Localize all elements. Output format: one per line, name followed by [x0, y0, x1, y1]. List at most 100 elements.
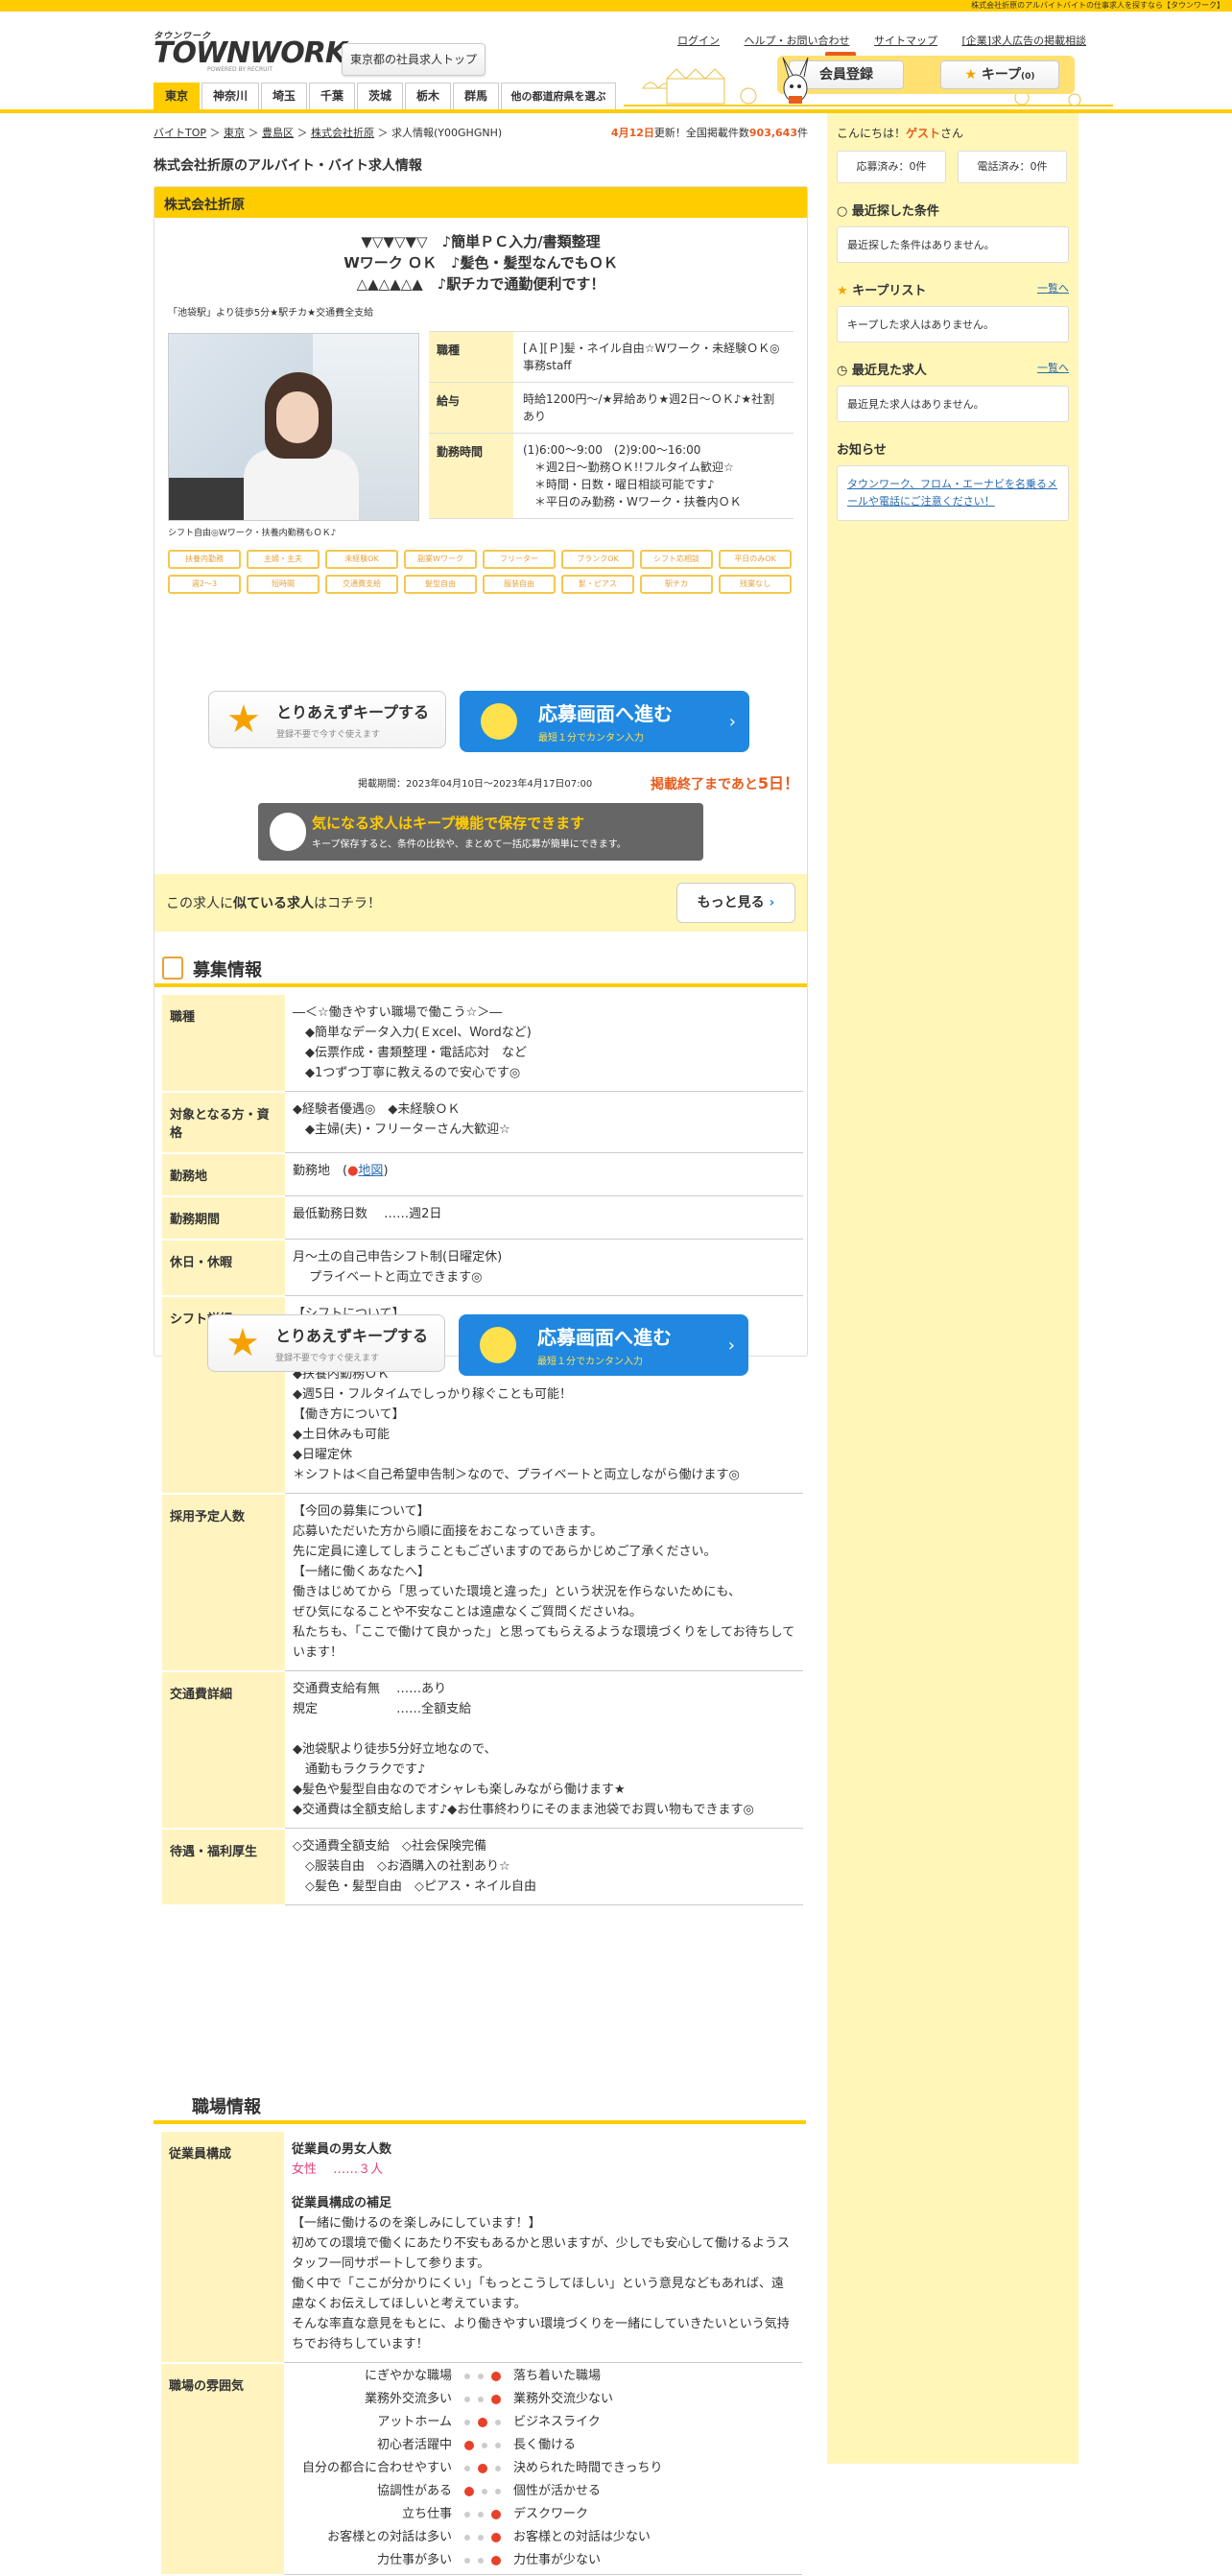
feature-tags: 扶養内勤務 主婦・主夫 未経験OK 副業Wワーク フリーター ブランクOK シフト応相談 平日… — [168, 550, 794, 594]
table-row: 職種 ―＜☆働きやすい職場で働こう☆＞― ◆簡単なデータ入力(Ｅxcel、Word… — [162, 995, 803, 1093]
recruit-table: 職種 ―＜☆働きやすい職場で働こう☆＞― ◆簡単なデータ入力(Ｅxcel、Word… — [162, 995, 803, 1906]
mood-dots — [452, 2503, 513, 2526]
mood-row: 力仕事が多い 力仕事が少ない — [284, 2549, 802, 2572]
ad-consult-link[interactable]: [企業]求人広告の掲載相談 — [962, 35, 1087, 47]
mood-dots — [452, 2526, 513, 2549]
table-row: 対象となる方・資格 ◆経験者優遇◎ ◆未経験ＯＫ ◆主婦(夫)・フリーターさん大歓… — [162, 1091, 803, 1154]
posting-period: 掲載期間：2023年04月10日～2023年4月17日07:00 掲載終了まであ… — [358, 770, 799, 793]
tab-chiba[interactable]: 千葉 — [309, 83, 355, 109]
tag: 駅チカ — [640, 575, 713, 594]
called-count: 電話済み：0件 — [958, 151, 1067, 183]
more-button[interactable]: もっと見る › — [676, 883, 795, 923]
mood-row: 立ち仕事 デスクワーク — [284, 2503, 802, 2526]
tab-saitama[interactable]: 埼玉 — [261, 83, 307, 109]
tab-tochigi[interactable]: 栃木 — [405, 83, 451, 109]
mood-dot — [464, 2374, 470, 2379]
mood-dot — [464, 2535, 470, 2541]
bird-icon — [481, 703, 517, 740]
mood-dot — [464, 2512, 470, 2517]
keep-feature-banner[interactable]: 気になる求人はキープ機能で保存できます キープ保存すると、条件の比較や、まとめて… — [258, 803, 703, 861]
similar-jobs: この求人に似ている求人はコチラ！ もっと見る › — [154, 874, 807, 932]
table-row: 休日・休暇 月～土の自己申告シフト制(日曜定休) プライベートと両立できます◎ — [162, 1239, 803, 1297]
table-row: 交通費詳細 交通費支給有無 ……あり 規定 ……全額支給 ◆池袋駅より徒歩5分好立… — [162, 1670, 803, 1830]
crumb-tokyo[interactable]: 東京 — [224, 127, 245, 139]
recruit-heading: 募集情報 — [154, 945, 807, 987]
mood-dot — [491, 2556, 501, 2565]
greeting: こんにちは！ゲストさん — [837, 127, 964, 140]
apply-button[interactable]: 応募画面へ進む 最短１分でカンタン入力 › — [460, 691, 749, 752]
tag: 主婦・主夫 — [247, 550, 320, 569]
table-row: 職場の雰囲気 にぎやかな職場 落ち着いた職場 業務外交流多い 業務外交流少ない アットホ… — [161, 2362, 802, 2576]
tab-kanagawa[interactable]: 神奈川 — [201, 83, 259, 109]
crumb-toshima[interactable]: 豊島区 — [262, 127, 294, 139]
mood-right-label: 決められた時間できっちり — [513, 2461, 663, 2475]
mood-dots — [452, 2434, 513, 2457]
notice-link[interactable]: タウンワーク、フロム・エーナビを名乗るメールや電話にご注意ください！ — [847, 478, 1057, 508]
apply-button[interactable]: 応募画面へ進む 最短１分でカンタン入力 › — [459, 1314, 748, 1376]
mood-dot — [478, 2418, 487, 2427]
tab-other-prefectures[interactable]: 他の都道府県を選ぶ — [501, 83, 616, 109]
mood-dot — [482, 2443, 487, 2448]
recent-seen-link[interactable]: 一覧へ — [1037, 360, 1069, 378]
map-link[interactable]: 地図 — [358, 1164, 383, 1178]
mood-row: お客様との対話は多い お客様との対話は少ない — [284, 2526, 802, 2549]
tab-tokyo[interactable]: 東京 — [154, 83, 200, 109]
mood-row: 業務外交流多い 業務外交流少ない — [284, 2388, 802, 2411]
top-strip: 株式会社折原のアルバイトバイトの仕事求人を探すなら【タウンワーク】 — [0, 0, 1232, 12]
table-row: 従業員構成 従業員の男女人数 女性 ……３人 従業員構成の補足 【一緒に働けるの… — [161, 2132, 802, 2364]
mood-dots — [452, 2549, 513, 2572]
tag: 残業なし — [719, 575, 792, 594]
tag: 扶養内勤務 — [168, 550, 241, 569]
breadcrumb: バイトTOP ＞ 東京 ＞ 豊島区 ＞ 株式会社折原 ＞ 求人情報(Y00GHG… — [154, 125, 808, 144]
table-row: 待遇・福利厚生 ◇交通費全額支給 ◇社会保険完備 ◇服装自由 ◇お酒購入の社割あり… — [162, 1828, 803, 1906]
crumb-company[interactable]: 株式会社折原 — [311, 127, 374, 139]
tag: フリーター — [483, 550, 556, 569]
mood-right-label: 力仕事が少ない — [513, 2553, 602, 2567]
keeplist-box: キープした求人はありません。 — [837, 306, 1069, 343]
help-link[interactable]: ヘルプ・お問い合わせ — [745, 35, 850, 47]
tag: 短時間 — [247, 575, 320, 594]
mood-right-label: デスクワーク — [513, 2507, 589, 2521]
mood-row: 自分の都合に合わせやすい 決められた時間できっちり — [284, 2457, 802, 2480]
table-row: 勤務期間 最低勤務日数 ……週2日 — [162, 1195, 803, 1241]
login-link[interactable]: ログイン — [677, 35, 720, 47]
mood-left-label: 立ち仕事 — [401, 2507, 452, 2521]
search-icon: ○ — [837, 204, 848, 219]
mood-dot — [478, 2464, 487, 2473]
sitemap-link[interactable]: サイトマップ — [874, 35, 937, 47]
keep-button[interactable]: ★ とりあえずキープする 登録不要で今すぐ使えます — [208, 691, 446, 748]
mood-left-label: 力仕事が多い — [376, 2553, 452, 2567]
tag: 未経験OK — [325, 550, 398, 569]
company-name: 株式会社折原 — [154, 187, 807, 218]
keeplist-link[interactable]: 一覧へ — [1037, 280, 1069, 298]
tab-gunma[interactable]: 群馬 — [453, 83, 499, 109]
mood-right-label: 長く働ける — [513, 2438, 577, 2452]
mood-right-label: 個性が活かせる — [513, 2484, 602, 2498]
applied-count: 応募済み：0件 — [837, 151, 946, 183]
townwork-logo[interactable]: タウンワーク TOWNWORK POWERED BY RECRUIT — [154, 29, 347, 73]
mood-dot — [491, 2533, 501, 2542]
recruit-section: 募集情報 職種 ―＜☆働きやすい職場で働こう☆＞― ◆簡単なデータ入力(Ｅxcel… — [154, 945, 807, 1906]
spec-row: 職種 [Ａ][Ｐ]髪・ネイル自由☆Wワーク・未経験ＯＫ◎事務staff — [429, 331, 794, 382]
tokyo-top-button[interactable]: 東京都の社員求人トップ — [342, 43, 486, 76]
recent-seen-heading: ◷ 最近見た求人 一覧へ — [837, 360, 1069, 378]
mood-dot — [478, 2558, 484, 2564]
keep-button[interactable]: ★ とりあえずキープする 登録不要で今すぐ使えます — [207, 1314, 445, 1372]
days-left: 掲載終了まであと5日！ — [650, 774, 799, 792]
station-info: 「池袋駅」より徒歩5分★駅チカ★交通費全支給 — [168, 308, 374, 319]
rabbit-icon — [270, 813, 306, 851]
photo-caption: シフト自由◎Wワーク・扶養内勤務もＯＫ♪ — [168, 529, 337, 538]
mood-dot — [495, 2466, 501, 2471]
crumb-baito-top[interactable]: バイトTOP — [154, 127, 206, 139]
action-buttons: ★ とりあえずキープする 登録不要で今すぐ使えます 応募画面へ進む 最短１分でカンタ… — [208, 691, 749, 752]
star-icon: ★ — [226, 697, 261, 742]
table-row: 勤務地 勤務地 (●地図) — [162, 1152, 803, 1197]
tag: 平日のみOK — [719, 550, 792, 569]
job-summary-card: 株式会社折原 ▼▽▼▽▼▽ ♪簡単ＰＣ入力/書類整理 Wワーク ＯＫ ♪髪色・髪… — [154, 186, 808, 1906]
mood-dot — [482, 2489, 487, 2494]
tab-ibaraki[interactable]: 茨城 — [357, 83, 403, 109]
spec-row: 勤務時間 (1)6:00～9:00 (2)9:00～16:00 ＊週2日～勤務ＯＫ… — [429, 433, 794, 519]
header-links: ログイン ヘルプ・お問い合わせ サイトマップ [企業]求人広告の掲載相談 — [677, 33, 1107, 48]
keeplist-heading: ★ キープリスト 一覧へ — [837, 280, 1069, 298]
mood-dot — [491, 2372, 501, 2381]
